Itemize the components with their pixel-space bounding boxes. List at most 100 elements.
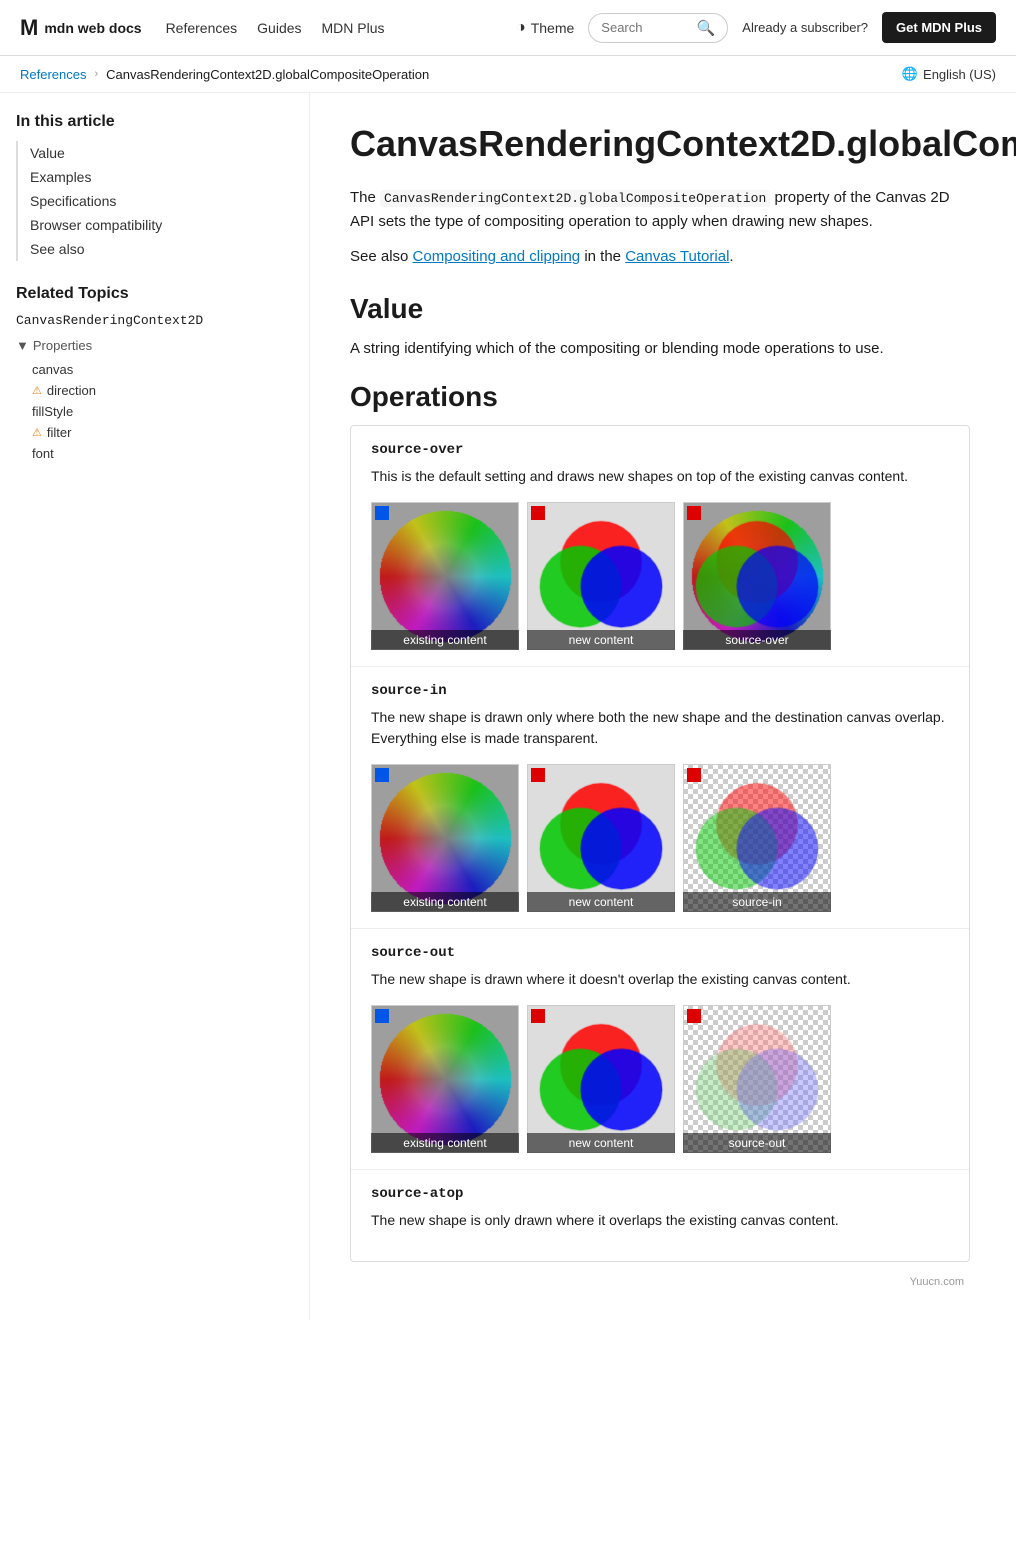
op-img-new-out: new content <box>527 1005 675 1153</box>
canvas-new-over <box>527 502 675 650</box>
corner-marker-red-in-new <box>531 768 545 782</box>
corner-marker-red-over-new <box>531 506 545 520</box>
op-name-source-out: source-out <box>371 945 949 961</box>
value-text: A string identifying which of the compos… <box>350 337 970 361</box>
corner-marker-red-out-new <box>531 1009 545 1023</box>
op-name-source-over: source-over <box>371 442 949 458</box>
logo[interactable]: M mdn web docs <box>20 15 142 41</box>
related-item-filter[interactable]: ⚠ filter <box>32 422 293 443</box>
related-group-label: Properties <box>33 338 92 353</box>
op-img-existing-over: existing content <box>371 502 519 650</box>
get-plus-button[interactable]: Get MDN Plus <box>882 12 996 43</box>
breadcrumb-parent[interactable]: References <box>20 67 86 82</box>
deprecated-icon-2: ⚠ <box>32 426 42 439</box>
toc-item-examples[interactable]: Examples <box>30 165 293 189</box>
page-title: CanvasRenderingContext2D.globalComposite… <box>350 121 970 166</box>
intro-text-1: The <box>350 189 380 206</box>
op-desc-source-atop: The new shape is only drawn where it ove… <box>371 1210 949 1232</box>
operation-source-in: source-in The new shape is drawn only wh… <box>351 667 969 929</box>
op-desc-source-in: The new shape is drawn only where both t… <box>371 707 949 750</box>
globe-icon: 🌐 <box>902 66 918 82</box>
value-heading: Value <box>350 293 970 325</box>
logo-m-icon: M <box>20 15 38 41</box>
canvas-result-over <box>683 502 831 650</box>
operations-box: source-over This is the default setting … <box>350 425 970 1262</box>
canvas-existing-over <box>371 502 519 650</box>
related-group-header[interactable]: ▼ Properties <box>16 338 293 353</box>
corner-marker-blue-over <box>375 506 389 520</box>
canvas-new-in <box>527 764 675 912</box>
corner-marker-red-out-result <box>687 1009 701 1023</box>
corner-marker-red-in-result <box>687 768 701 782</box>
toc-item-browser-compat[interactable]: Browser compatibility <box>30 213 293 237</box>
see-also-suffix: . <box>729 248 733 265</box>
deprecated-icon: ⚠ <box>32 384 42 397</box>
related-item-fillstyle[interactable]: fillStyle <box>32 401 293 422</box>
op-img-existing-out: existing content <box>371 1005 519 1153</box>
related-item-canvas[interactable]: canvas <box>32 359 293 380</box>
language-selector[interactable]: 🌐 English (US) <box>902 66 996 82</box>
theme-label: Theme <box>531 20 575 36</box>
label-existing-out: existing content <box>371 1133 519 1153</box>
toc-title: In this article <box>16 113 293 131</box>
canvas-result-out <box>683 1005 831 1153</box>
canvas-new-out <box>527 1005 675 1153</box>
code-property-name: CanvasRenderingContext2D.globalComposite… <box>380 190 770 207</box>
breadcrumb: References › CanvasRenderingContext2D.gl… <box>0 56 1016 93</box>
op-desc-source-out: The new shape is drawn where it doesn't … <box>371 969 949 991</box>
breadcrumb-current: CanvasRenderingContext2D.globalComposite… <box>106 67 429 82</box>
label-new-out: new content <box>527 1133 675 1153</box>
breadcrumb-separator: › <box>94 68 98 80</box>
op-img-result-in: source-in <box>683 764 831 912</box>
nav-references[interactable]: References <box>166 20 238 36</box>
op-name-source-in: source-in <box>371 683 949 699</box>
sidebar: In this article Value Examples Specifica… <box>0 93 310 1320</box>
related-items-list: canvas ⚠ direction fillStyle ⚠ filter fo… <box>16 359 293 464</box>
operation-source-out: source-out The new shape is drawn where … <box>351 929 969 1170</box>
op-img-new-in: new content <box>527 764 675 912</box>
canvas-existing-in <box>371 764 519 912</box>
op-images-source-over: existing content new content source-over <box>371 502 949 650</box>
canvas-existing-out <box>371 1005 519 1153</box>
canvas-result-in <box>683 764 831 912</box>
op-img-existing-in: existing content <box>371 764 519 912</box>
search-box[interactable]: 🔍 <box>588 13 728 43</box>
corner-marker-red-over-result <box>687 506 701 520</box>
nav-mdn-plus[interactable]: MDN Plus <box>322 20 385 36</box>
operation-source-atop: source-atop The new shape is only drawn … <box>351 1170 969 1262</box>
nav-right: ◑ Theme 🔍 Already a subscriber? Get MDN … <box>516 12 996 43</box>
search-icon: 🔍 <box>697 19 716 37</box>
related-item-direction[interactable]: ⚠ direction <box>32 380 293 401</box>
corner-marker-blue-out <box>375 1009 389 1023</box>
op-images-source-out: existing content new content source-out <box>371 1005 949 1153</box>
canvas-tutorial-link[interactable]: Canvas Tutorial <box>625 248 729 265</box>
nav-links: References Guides MDN Plus <box>166 20 492 36</box>
label-result-in: source-in <box>683 892 831 912</box>
related-main-link[interactable]: CanvasRenderingContext2D <box>16 313 293 328</box>
logo-text: mdn web docs <box>44 20 141 36</box>
related-item-font[interactable]: font <box>32 443 293 464</box>
toc-item-see-also[interactable]: See also <box>30 237 293 261</box>
page-layout: In this article Value Examples Specifica… <box>0 93 1016 1320</box>
toc-item-specifications[interactable]: Specifications <box>30 189 293 213</box>
operations-heading: Operations <box>350 381 970 413</box>
triangle-icon: ▼ <box>16 338 29 353</box>
theme-button[interactable]: ◑ Theme <box>516 19 574 37</box>
toc-list: Value Examples Specifications Browser co… <box>16 141 293 261</box>
subscriber-link[interactable]: Already a subscriber? <box>742 20 868 35</box>
see-also-line: See also Compositing and clipping in the… <box>350 248 970 265</box>
op-desc-source-over: This is the default setting and draws ne… <box>371 466 949 488</box>
op-img-result-over: source-over <box>683 502 831 650</box>
nav-guides[interactable]: Guides <box>257 20 301 36</box>
search-input[interactable] <box>601 20 690 35</box>
label-result-out: source-out <box>683 1133 831 1153</box>
see-also-prefix: See also <box>350 248 413 265</box>
top-navigation: M mdn web docs References Guides MDN Plu… <box>0 0 1016 56</box>
op-img-result-out: source-out <box>683 1005 831 1153</box>
op-img-new-over: new content <box>527 502 675 650</box>
watermark: Yuucn.com <box>350 1272 970 1292</box>
compositing-link[interactable]: Compositing and clipping <box>413 248 581 265</box>
toc-item-value[interactable]: Value <box>30 141 293 165</box>
op-name-source-atop: source-atop <box>371 1186 949 1202</box>
label-new-over: new content <box>527 630 675 650</box>
